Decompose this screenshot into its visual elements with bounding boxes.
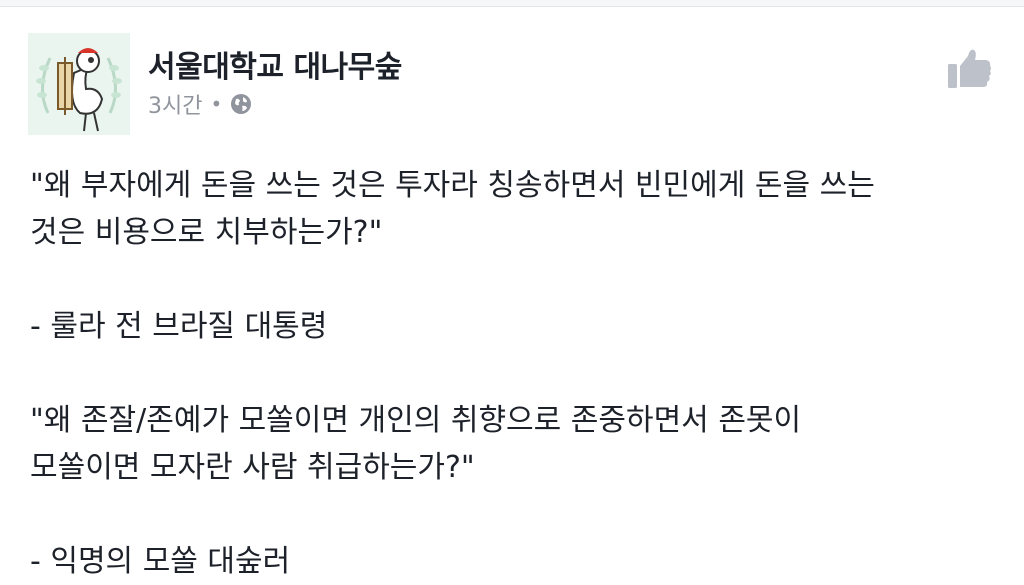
thumbs-up-icon (948, 49, 991, 88)
globe-icon[interactable] (230, 93, 252, 115)
post-line: 모쏠이면 모자란 사람 취급하는가?" (30, 450, 475, 485)
top-divider (0, 0, 1024, 7)
page-avatar[interactable] (28, 33, 130, 135)
post-text: "왜 부자에게 돈을 쓰는 것은 투자라 칭송하면서 빈민에게 돈을 쓰는 것은… (30, 162, 1000, 585)
post-line: - 룰라 전 브라질 대통령 (30, 309, 328, 344)
post-meta: 3시간 • (148, 88, 252, 120)
meta-separator: • (210, 92, 223, 116)
like-button[interactable] (946, 44, 994, 92)
post-line: 것은 비용으로 치부하는가?" (30, 215, 383, 250)
page-title[interactable]: 서울대학교 대나무숲 (148, 42, 402, 86)
post-line: "왜 부자에게 돈을 쓰는 것은 투자라 칭송하면서 빈민에게 돈을 쓰는 (30, 168, 875, 203)
post-timestamp[interactable]: 3시간 (148, 88, 202, 120)
post-line: - 익명의 모쏠 대숲러 (30, 544, 291, 579)
crane-logo-icon (28, 33, 130, 135)
post-line: "왜 존잘/존예가 모쏠이면 개인의 취향으로 존중하면서 존못이 (30, 403, 802, 438)
